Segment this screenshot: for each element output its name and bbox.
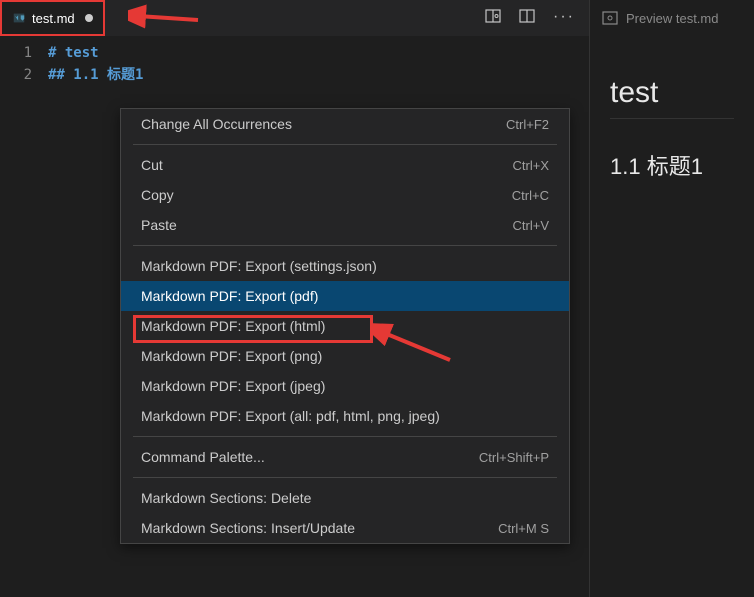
menu-shortcut: Ctrl+V	[513, 218, 549, 233]
preview-icon	[602, 10, 618, 26]
menu-label: Markdown PDF: Export (png)	[141, 348, 322, 364]
file-tab-label: test.md	[32, 11, 75, 26]
file-tab-testmd[interactable]: test.md	[0, 0, 105, 36]
menu-shortcut: Ctrl+C	[512, 188, 549, 203]
menu-label: Change All Occurrences	[141, 116, 292, 132]
preview-pane: Preview test.md test 1.1 标题1	[590, 0, 754, 597]
menu-separator	[133, 245, 557, 246]
menu-export-html[interactable]: Markdown PDF: Export (html)	[121, 311, 569, 341]
more-actions-icon[interactable]: ···	[553, 8, 575, 29]
menu-export-all[interactable]: Markdown PDF: Export (all: pdf, html, pn…	[121, 401, 569, 431]
line-number: 2	[0, 64, 32, 86]
menu-label: Markdown Sections: Insert/Update	[141, 520, 355, 536]
menu-separator	[133, 477, 557, 478]
open-preview-side-icon[interactable]	[485, 8, 501, 29]
menu-label: Copy	[141, 187, 174, 203]
menu-command-palette[interactable]: Command Palette... Ctrl+Shift+P	[121, 442, 569, 472]
menu-label: Markdown PDF: Export (all: pdf, html, pn…	[141, 408, 440, 424]
menu-export-jpeg[interactable]: Markdown PDF: Export (jpeg)	[121, 371, 569, 401]
menu-change-all-occurrences[interactable]: Change All Occurrences Ctrl+F2	[121, 109, 569, 139]
menu-separator	[133, 436, 557, 437]
menu-export-pdf[interactable]: Markdown PDF: Export (pdf)	[121, 281, 569, 311]
menu-sections-delete[interactable]: Markdown Sections: Delete	[121, 483, 569, 513]
code-line: ## 1.1 标题1	[48, 64, 143, 86]
line-gutter: 1 2	[0, 42, 48, 597]
menu-shortcut: Ctrl+M S	[498, 521, 549, 536]
context-menu: Change All Occurrences Ctrl+F2 Cut Ctrl+…	[120, 108, 570, 544]
preview-tab-label: Preview test.md	[626, 11, 718, 26]
menu-label: Cut	[141, 157, 163, 173]
line-number: 1	[0, 42, 32, 64]
split-editor-icon[interactable]	[519, 8, 535, 29]
markdown-file-icon	[12, 11, 26, 25]
menu-label: Markdown PDF: Export (jpeg)	[141, 378, 325, 394]
menu-shortcut: Ctrl+F2	[506, 117, 549, 132]
menu-export-png[interactable]: Markdown PDF: Export (png)	[121, 341, 569, 371]
preview-tab[interactable]: Preview test.md	[590, 0, 754, 36]
menu-copy[interactable]: Copy Ctrl+C	[121, 180, 569, 210]
menu-label: Markdown PDF: Export (pdf)	[141, 288, 318, 304]
menu-label: Markdown PDF: Export (settings.json)	[141, 258, 377, 274]
preview-heading-2: 1.1 标题1	[610, 149, 734, 181]
menu-export-settings-json[interactable]: Markdown PDF: Export (settings.json)	[121, 251, 569, 281]
menu-shortcut: Ctrl+X	[513, 158, 549, 173]
menu-sections-insert-update[interactable]: Markdown Sections: Insert/Update Ctrl+M …	[121, 513, 569, 543]
menu-label: Paste	[141, 217, 177, 233]
menu-label: Markdown Sections: Delete	[141, 490, 311, 506]
editor-tab-bar: test.md ···	[0, 0, 589, 36]
menu-label: Command Palette...	[141, 449, 265, 465]
menu-paste[interactable]: Paste Ctrl+V	[121, 210, 569, 240]
menu-shortcut: Ctrl+Shift+P	[479, 450, 549, 465]
preview-heading-1: test	[610, 76, 734, 119]
menu-label: Markdown PDF: Export (html)	[141, 318, 325, 334]
menu-separator	[133, 144, 557, 145]
unsaved-dot-icon	[85, 14, 93, 22]
code-line: # test	[48, 42, 143, 64]
menu-cut[interactable]: Cut Ctrl+X	[121, 150, 569, 180]
